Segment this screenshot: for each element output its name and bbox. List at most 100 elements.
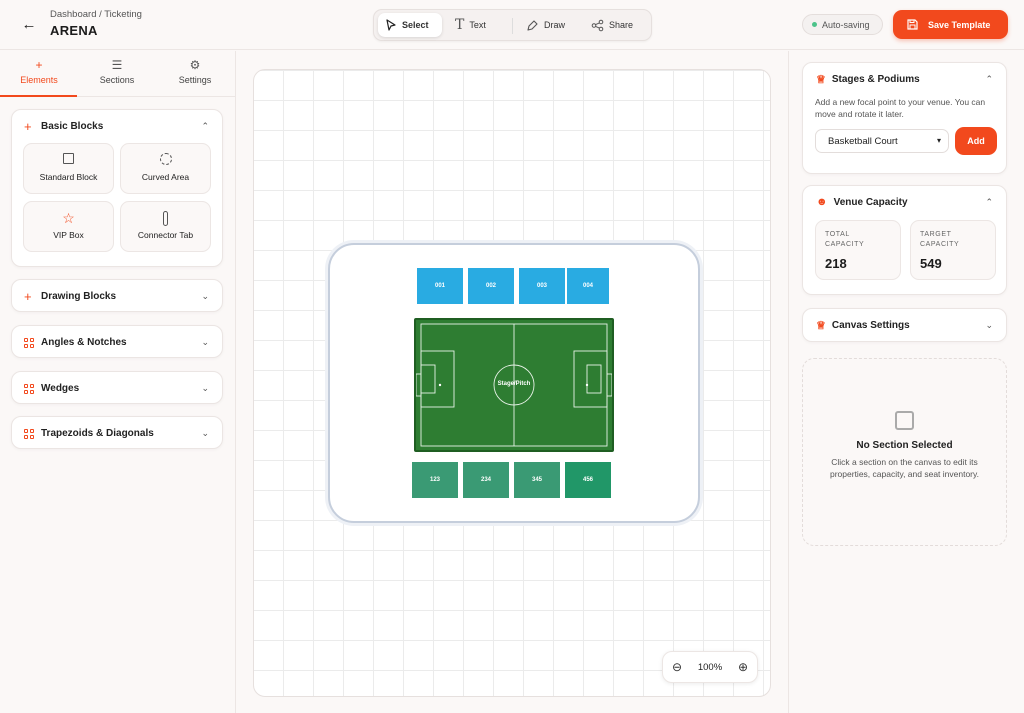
tab-elements[interactable]: + Elements: [0, 58, 78, 85]
stage-pitch[interactable]: Stage/Pitch: [414, 318, 614, 452]
stages-description: Add a new focal point to your venue. You…: [815, 97, 986, 119]
seat-section[interactable]: 003: [519, 268, 565, 304]
save-template-button[interactable]: Save Template: [893, 10, 1008, 39]
share-tool-label: Share: [609, 20, 634, 30]
tab-sections-label: Sections: [99, 75, 135, 85]
pitch-label: Stage/Pitch: [497, 381, 531, 387]
gear-icon: ⚙: [189, 58, 201, 72]
total-capacity-label: TOTAL CAPACITY: [825, 231, 865, 248]
draw-tool-label: Draw: [544, 20, 566, 30]
angles-notches-card[interactable]: Angles & Notches ⌄: [11, 325, 223, 358]
zoom-out-icon[interactable]: ⊖: [672, 660, 682, 674]
pen-icon: [527, 19, 538, 31]
seat-section[interactable]: 001: [417, 268, 463, 304]
status-dot-icon: [812, 22, 817, 27]
capacity-title: Venue Capacity: [833, 196, 908, 208]
canvas-settings-header: ♕ Canvas Settings: [816, 309, 910, 341]
autosave-indicator: Auto-saving: [802, 14, 883, 35]
no-selection-panel: No Section Selected Click a section on t…: [802, 358, 1007, 546]
share-icon: [591, 19, 604, 31]
basic-blocks-header[interactable]: + Basic Blocks: [24, 110, 103, 143]
seat-section[interactable]: 456: [565, 462, 611, 498]
seat-section[interactable]: 234: [463, 462, 509, 498]
seat-section[interactable]: 002: [468, 268, 514, 304]
save-template-label: Save Template: [928, 19, 991, 30]
active-tab-indicator: [0, 95, 77, 97]
autosave-label: Auto-saving: [822, 19, 870, 30]
capacity-header[interactable]: ☻ Venue Capacity: [816, 186, 908, 218]
trapezoids-title: Trapezoids & Diagonals: [41, 428, 154, 439]
toolbar-divider: [512, 18, 513, 34]
wedges-header: Wedges: [24, 372, 79, 405]
stages-title: Stages & Podiums: [831, 73, 920, 85]
tab-sections[interactable]: ☰ Sections: [78, 58, 156, 85]
select-tool-label: Select: [402, 20, 429, 30]
plus-icon: +: [24, 119, 32, 134]
curved-area-item[interactable]: Curved Area: [120, 143, 211, 194]
connector-tab-item[interactable]: Connector Tab: [120, 201, 211, 252]
draw-tool-button[interactable]: Draw: [519, 13, 572, 37]
wedges-card[interactable]: Wedges ⌄: [11, 371, 223, 404]
basic-blocks-title: Basic Blocks: [41, 121, 104, 132]
vip-box-label: VIP Box: [53, 230, 84, 240]
chevron-up-icon[interactable]: ⌃: [985, 197, 993, 208]
target-capacity-value: 549: [920, 256, 942, 271]
canvas-toolbar: Select T Text Draw Share: [373, 9, 652, 41]
chevron-down-icon: ⌄: [201, 337, 209, 347]
stages-podiums-card: ♕ Stages & Podiums ⌃ Add a new focal poi…: [802, 62, 1007, 174]
top-bar: ← Dashboard / Ticketing ARENA Select T T…: [0, 0, 1024, 50]
drawing-blocks-header: + Drawing Blocks: [24, 280, 116, 313]
seat-section[interactable]: 123: [412, 462, 458, 498]
back-arrow-icon[interactable]: ←: [20, 16, 38, 34]
stages-header[interactable]: ♕ Stages & Podiums: [816, 63, 920, 95]
seat-section[interactable]: 345: [514, 462, 560, 498]
venue-boundary[interactable]: 001 002 003 004 Stage/Pitch 123 234 345 …: [328, 243, 700, 523]
canvas-settings-title: Canvas Settings: [831, 319, 910, 331]
target-capacity-label: TARGET CAPACITY: [920, 231, 960, 248]
cursor-icon: [386, 19, 396, 31]
select-tool-button[interactable]: Select: [378, 13, 442, 37]
drawing-blocks-card[interactable]: + Drawing Blocks ⌄: [11, 279, 223, 312]
seat-section[interactable]: 004: [567, 268, 609, 304]
share-tool-button[interactable]: Share: [584, 13, 640, 37]
angles-notches-header: Angles & Notches: [24, 326, 127, 359]
canvas-settings-card[interactable]: ♕ Canvas Settings ⌄: [802, 308, 1007, 342]
angles-notches-title: Angles & Notches: [41, 337, 127, 348]
grid-icon: [24, 337, 34, 348]
zoom-control: ⊖ 100% ⊕: [662, 651, 758, 683]
target-capacity-tile: TARGET CAPACITY 549: [910, 220, 996, 280]
vip-box-item[interactable]: ☆ VIP Box: [23, 201, 114, 252]
chevron-up-icon[interactable]: ⌃: [985, 74, 993, 85]
plus-icon: +: [35, 58, 43, 72]
standard-block-item[interactable]: Standard Block: [23, 143, 114, 194]
no-selection-text: Click a section on the canvas to edit it…: [830, 457, 979, 479]
zoom-in-icon[interactable]: ⊕: [738, 660, 748, 674]
crown-icon: ♕: [816, 319, 826, 332]
dashed-circle-icon: [121, 153, 210, 167]
design-canvas[interactable]: 001 002 003 004 Stage/Pitch 123 234 345 …: [253, 69, 771, 697]
add-stage-button[interactable]: Add: [955, 127, 997, 155]
right-panel: ♕ Stages & Podiums ⌃ Add a new focal poi…: [788, 51, 1024, 713]
chevron-down-icon: ⌄: [201, 428, 209, 438]
tab-elements-label: Elements: [20, 75, 58, 85]
chevron-up-icon[interactable]: ⌃: [201, 121, 209, 132]
empty-square-icon: [895, 411, 914, 430]
square-icon: [24, 153, 113, 167]
curved-area-label: Curved Area: [141, 172, 190, 182]
chevron-down-icon: ▾: [936, 136, 941, 145]
star-icon: ☆: [62, 210, 75, 226]
total-capacity-tile: TOTAL CAPACITY 218: [815, 220, 901, 280]
text-tool-button[interactable]: T Text: [448, 13, 493, 37]
page-title: ARENA: [50, 23, 98, 38]
wedges-title: Wedges: [41, 383, 80, 394]
stage-type-select[interactable]: Basketball Court ▾: [815, 129, 949, 153]
grid-icon: [24, 428, 34, 439]
breadcrumb[interactable]: Dashboard / Ticketing: [50, 9, 142, 20]
tab-settings-label: Settings: [178, 75, 212, 85]
chevron-down-icon: ⌄: [985, 320, 993, 330]
total-capacity-value: 218: [825, 256, 847, 271]
standard-block-label: Standard Block: [39, 172, 98, 182]
trapezoids-card[interactable]: Trapezoids & Diagonals ⌄: [11, 416, 223, 449]
tab-settings[interactable]: ⚙ Settings: [156, 58, 234, 85]
no-selection-title: No Section Selected: [856, 440, 953, 451]
